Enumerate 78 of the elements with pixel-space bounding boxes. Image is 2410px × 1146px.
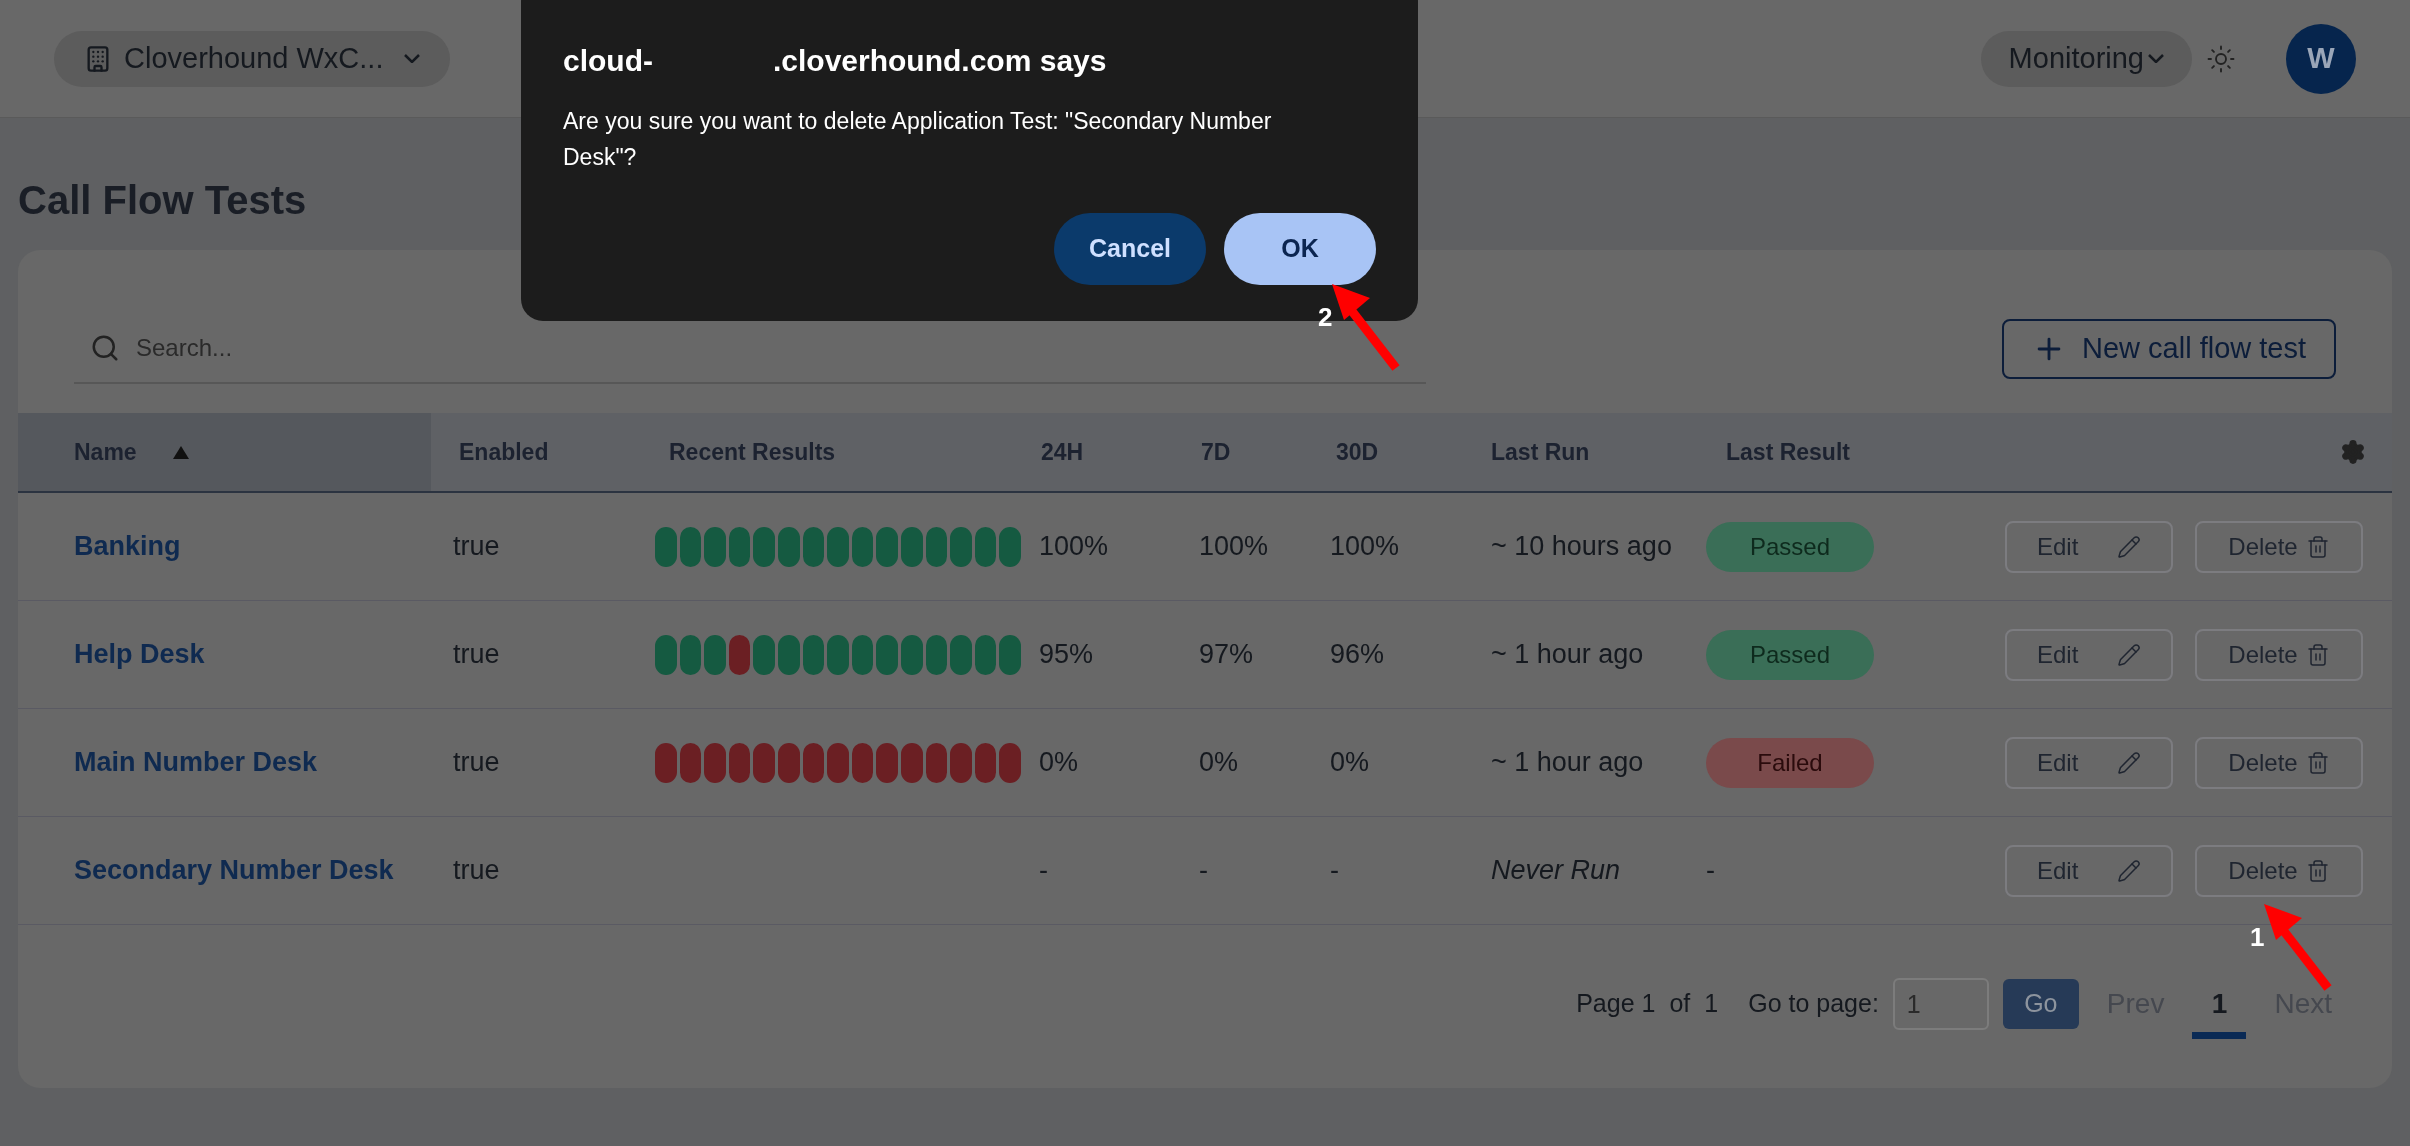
- page-number-button[interactable]: 1: [2192, 969, 2247, 1039]
- workspace-selector[interactable]: Cloverhound WxC...: [54, 30, 450, 87]
- percent-cell-text: 96%: [1329, 638, 1386, 672]
- percent-cell-text: -: [1038, 854, 1049, 888]
- user-avatar[interactable]: W: [2286, 23, 2356, 94]
- delete-button[interactable]: Delete: [2195, 844, 2363, 897]
- column-header[interactable]: Last Result: [1706, 413, 1951, 491]
- delete-button[interactable]: Delete: [2195, 520, 2363, 573]
- percent-cell-text: -: [1198, 854, 1209, 888]
- trash-icon: [2305, 858, 2330, 883]
- column-header[interactable]: Last Run: [1471, 413, 1706, 491]
- pencil-icon: [2117, 642, 2141, 667]
- last-run-cell-text: Never Run: [1490, 854, 1622, 888]
- edit-button[interactable]: Edit: [2005, 736, 2173, 789]
- enabled-cell-text: true: [452, 530, 501, 564]
- percent-cell-text: 100%: [1198, 530, 1270, 564]
- column-header[interactable]: Recent Results: [641, 413, 1021, 491]
- page-title: Call Flow Tests: [18, 177, 308, 224]
- nav-menu[interactable]: Monitoring: [1980, 30, 2192, 87]
- status-badge: Passed: [1706, 629, 1874, 680]
- last-run-cell-text: ~ 1 hour ago: [1490, 638, 1645, 672]
- enabled-cell-text: true: [452, 854, 501, 888]
- annotation-number: 1: [2250, 924, 2265, 950]
- enabled-cell-text: true: [452, 746, 501, 780]
- trash-icon: [2305, 642, 2330, 667]
- settings-icon[interactable]: [2340, 439, 2366, 465]
- search-field[interactable]: Search...: [136, 330, 1426, 366]
- dialog-title: cloud-: [563, 43, 653, 79]
- chevron-down-icon: [403, 54, 420, 63]
- percent-cell-text: 100%: [1329, 530, 1401, 564]
- column-header[interactable]: 7D: [1181, 413, 1316, 491]
- pencil-icon: [2117, 534, 2141, 559]
- test-name-link[interactable]: Secondary Number Desk: [18, 850, 431, 891]
- last-result-cell: -: [1706, 855, 1715, 886]
- percent-cell-text: 0%: [1198, 746, 1240, 780]
- status-badge: Passed: [1706, 521, 1874, 572]
- dialog-title: .cloverhound.com says: [773, 43, 1107, 79]
- column-header[interactable]: Name: [18, 413, 431, 491]
- cancel-button[interactable]: Cancel: [1054, 213, 1206, 285]
- new-test-button[interactable]: New call flow test: [2002, 319, 2336, 379]
- percent-cell-text: 0%: [1329, 746, 1371, 780]
- trash-icon: [2305, 750, 2330, 775]
- delete-button[interactable]: Delete: [2195, 628, 2363, 681]
- delete-button[interactable]: Delete: [2195, 736, 2363, 789]
- test-name-link[interactable]: Main Number Desk: [18, 742, 431, 783]
- enabled-cell-text: true: [452, 638, 501, 672]
- search-icon: [90, 333, 120, 363]
- annotation-number: 2: [1318, 304, 1333, 330]
- column-header[interactable]: 24H: [1021, 413, 1181, 491]
- sort-arrow-icon: [172, 445, 189, 459]
- theme-toggle-icon[interactable]: [2206, 43, 2236, 74]
- percent-cell-text: 95%: [1038, 638, 1095, 672]
- column-header[interactable]: Enabled: [431, 413, 641, 491]
- of-label: of: [1669, 988, 1691, 1020]
- column-header[interactable]: 30D: [1316, 413, 1471, 491]
- total-pages: 1: [1704, 988, 1719, 1020]
- edit-button[interactable]: Edit: [2005, 844, 2173, 897]
- edit-button[interactable]: Edit: [2005, 628, 2173, 681]
- status-badge: Failed: [1706, 737, 1874, 788]
- go-to-page-label: Go to page:: [1748, 988, 1879, 1020]
- test-name-link[interactable]: Help Desk: [18, 634, 431, 675]
- edit-button[interactable]: Edit: [2005, 520, 2173, 573]
- percent-cell-text: 100%: [1038, 530, 1110, 564]
- chevron-down-icon: [2148, 54, 2164, 63]
- pencil-icon: [2117, 750, 2141, 775]
- trash-icon: [2305, 534, 2330, 559]
- percent-cell-text: -: [1329, 854, 1340, 888]
- go-button[interactable]: Go: [2002, 979, 2079, 1029]
- page-number-field[interactable]: 1: [1892, 978, 1989, 1030]
- ok-button[interactable]: OK: [1224, 213, 1376, 285]
- dialog-message: Are you sure you want to delete Application Test: "Secondary Number Desk"?: [563, 107, 1273, 172]
- last-run-cell-text: ~ 1 hour ago: [1490, 746, 1645, 780]
- test-name-link[interactable]: Banking: [18, 526, 431, 567]
- percent-cell-text: 0%: [1038, 746, 1080, 780]
- percent-cell-text: 97%: [1198, 638, 1255, 672]
- pencil-icon: [2117, 858, 2141, 883]
- last-run-cell-text: ~ 10 hours ago: [1490, 530, 1673, 564]
- page-label: Page 1: [1576, 988, 1656, 1020]
